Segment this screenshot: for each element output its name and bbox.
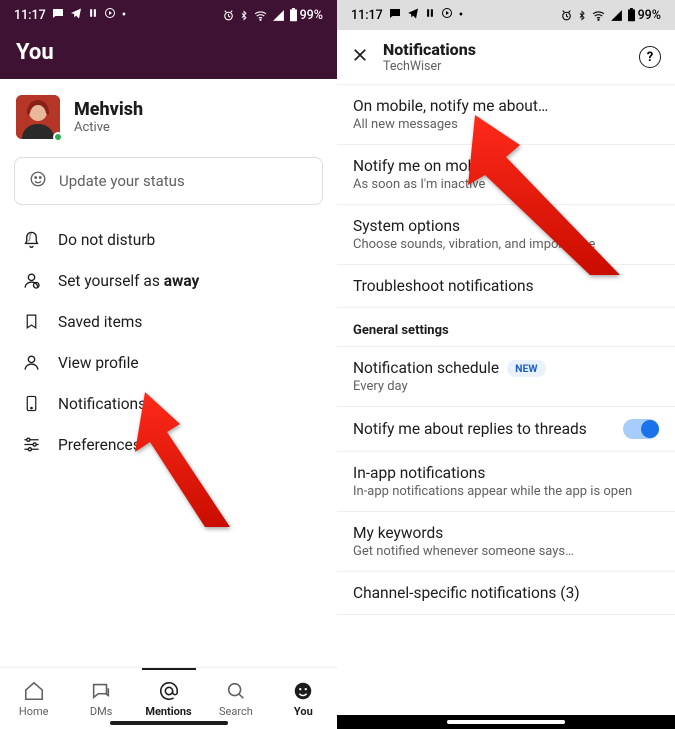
status-placeholder: Update your status [59, 172, 185, 190]
you-menu: Do not disturb Set yourself as away Save… [0, 219, 337, 465]
bottom-nav: Home DMs Mentions Search You [0, 667, 337, 729]
menu-away-label: Set yourself as away [58, 272, 199, 290]
device-icon [20, 394, 42, 413]
at-icon [158, 680, 180, 702]
dot-icon: • [122, 8, 126, 23]
update-status-button[interactable]: Update your status [14, 157, 323, 205]
menu-profile[interactable]: View profile [0, 342, 337, 383]
menu-notifications-label: Notifications [58, 395, 146, 413]
person-icon [20, 353, 42, 372]
pause-icon [88, 7, 98, 23]
statusbar-left: 11:17 • 99% [0, 0, 337, 30]
header-subtitle: TechWiser [383, 59, 625, 74]
menu-saved-label: Saved items [58, 313, 142, 331]
notifications-header: Notifications TechWiser ? [337, 30, 675, 84]
pause-icon [425, 7, 435, 23]
search-icon [225, 680, 247, 702]
header-title: Notifications [383, 40, 625, 59]
bookmark-icon [20, 312, 42, 331]
battery-icon [289, 8, 298, 22]
smile-icon [29, 170, 47, 192]
alarm-icon [222, 9, 235, 22]
statusbar-right: 11:17 • 99% [337, 0, 675, 30]
phone-right-notifications: 11:17 • 99% Notifications TechWiser ? On… [337, 0, 675, 729]
general-settings-header: General settings [337, 307, 675, 346]
dnd-icon [20, 230, 42, 249]
bluetooth-icon [577, 9, 587, 22]
wifi-icon [253, 9, 268, 22]
help-icon[interactable]: ? [639, 46, 661, 68]
chat-icon [90, 680, 112, 702]
row-troubleshoot[interactable]: Troubleshoot notifications [337, 265, 675, 307]
clock-text: 11:17 [14, 8, 46, 23]
tab-home[interactable]: Home [0, 668, 67, 729]
message-icon [52, 7, 64, 23]
menu-dnd-label: Do not disturb [58, 231, 155, 249]
row-notification-schedule[interactable]: Notification scheduleNEW Every day [337, 347, 675, 407]
gesture-bar [110, 721, 228, 725]
person-away-icon [20, 271, 42, 290]
battery-icon [627, 8, 636, 22]
you-dot-icon [292, 680, 314, 702]
telegram-icon [407, 7, 419, 23]
signal-icon [610, 9, 623, 22]
page-title-you: You [0, 30, 337, 79]
profile-block[interactable]: Mehvish Active [0, 79, 337, 151]
gesture-bar [447, 720, 565, 724]
row-channel-specific[interactable]: Channel-specific notifications (3) [337, 572, 675, 614]
menu-preferences-label: Preferences [58, 436, 141, 454]
menu-preferences[interactable]: Preferences [0, 424, 337, 465]
thread-replies-toggle[interactable] [623, 419, 659, 439]
battery-text: 99% [638, 8, 661, 23]
signal-icon [272, 9, 285, 22]
row-my-keywords[interactable]: My keywords Get notified whenever someon… [337, 512, 675, 572]
profile-name: Mehvish [74, 99, 143, 120]
dot-icon: • [459, 8, 463, 23]
tab-you[interactable]: You [270, 668, 337, 729]
row-mobile-notify-about[interactable]: On mobile, notify me about… All new mess… [337, 85, 675, 145]
menu-saved[interactable]: Saved items [0, 301, 337, 342]
presence-dot-icon [53, 132, 63, 142]
telegram-icon [70, 7, 82, 23]
row-thread-replies[interactable]: Notify me about replies to threads [337, 407, 675, 452]
menu-dnd[interactable]: Do not disturb [0, 219, 337, 260]
play-circle-icon [104, 7, 116, 23]
new-badge: NEW [507, 360, 546, 377]
row-notify-on-mobile[interactable]: Notify me on mobile… As soon as I'm inac… [337, 145, 675, 205]
close-icon[interactable] [351, 46, 369, 68]
avatar[interactable] [16, 95, 60, 139]
tab-mentions[interactable]: Mentions [135, 668, 202, 729]
battery-text: 99% [300, 8, 323, 23]
phone-left-you: 11:17 • 99% You Mehvish Active Update y [0, 0, 337, 729]
tab-search[interactable]: Search [202, 668, 269, 729]
row-inapp-notifications[interactable]: In-app notifications In-app notification… [337, 452, 675, 512]
row-system-options[interactable]: System options Choose sounds, vibration,… [337, 205, 675, 265]
menu-profile-label: View profile [58, 354, 139, 372]
play-circle-icon [441, 7, 453, 23]
alarm-icon [560, 9, 573, 22]
menu-away[interactable]: Set yourself as away [0, 260, 337, 301]
sliders-icon [20, 435, 42, 454]
bluetooth-icon [239, 9, 249, 22]
home-icon [23, 680, 45, 702]
wifi-icon [591, 9, 606, 22]
menu-notifications[interactable]: Notifications [0, 383, 337, 424]
clock-text: 11:17 [351, 8, 383, 23]
profile-presence: Active [74, 120, 143, 135]
tab-dms[interactable]: DMs [67, 668, 134, 729]
message-icon [389, 7, 401, 23]
